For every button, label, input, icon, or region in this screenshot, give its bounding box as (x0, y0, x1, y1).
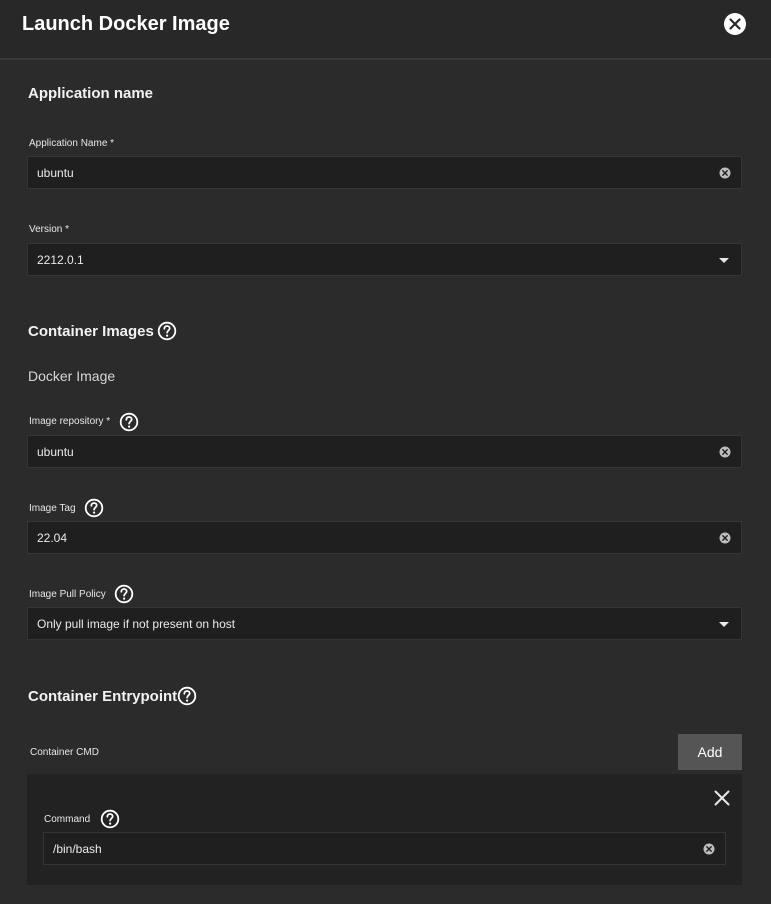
help-icon[interactable] (119, 412, 139, 432)
image-repository-label: Image repository * (29, 416, 111, 427)
application-name-value: ubuntu (37, 166, 74, 180)
clear-icon[interactable] (719, 446, 731, 458)
dialog-title: Launch Docker Image (22, 13, 230, 35)
help-icon[interactable] (100, 809, 120, 829)
image-tag-input[interactable]: 22.04 (27, 521, 742, 554)
clear-icon[interactable] (703, 843, 715, 855)
add-button[interactable]: Add (678, 734, 742, 770)
version-select[interactable]: 2212.0.1 (27, 243, 742, 276)
command-item-panel: Command /bin/bash (27, 774, 742, 885)
application-name-label: Application Name * (29, 138, 115, 149)
image-repository-value: ubuntu (37, 445, 74, 459)
container-cmd-label: Container CMD (30, 747, 99, 758)
image-pull-policy-label: Image Pull Policy (29, 589, 106, 600)
dialog-header: Launch Docker Image (0, 0, 771, 60)
section-title-container-images: Container Images (28, 323, 154, 340)
help-icon[interactable] (84, 498, 104, 518)
close-icon[interactable] (724, 13, 746, 35)
application-name-input[interactable]: ubuntu (27, 156, 742, 189)
version-label: Version * (29, 224, 70, 235)
image-tag-value: 22.04 (37, 531, 68, 545)
caret-down-icon[interactable] (719, 258, 729, 263)
help-icon[interactable] (177, 686, 197, 706)
image-repository-input[interactable]: ubuntu (27, 435, 742, 468)
docker-image-subheading: Docker Image (28, 368, 116, 384)
clear-icon[interactable] (719, 532, 731, 544)
close-icon[interactable] (714, 790, 730, 806)
caret-down-icon[interactable] (719, 622, 729, 627)
help-icon[interactable] (114, 584, 134, 604)
image-tag-label: Image Tag (29, 503, 76, 514)
clear-icon[interactable] (719, 167, 731, 179)
section-title-container-entrypoint: Container Entrypoint (28, 688, 178, 705)
image-pull-policy-select[interactable]: Only pull image if not present on host (27, 607, 742, 640)
help-icon[interactable] (157, 321, 177, 341)
command-input[interactable]: /bin/bash (43, 832, 726, 865)
command-label: Command (44, 814, 91, 825)
version-value: 2212.0.1 (37, 253, 84, 267)
image-pull-policy-value: Only pull image if not present on host (37, 617, 236, 631)
section-title-application: Application name (28, 85, 154, 102)
command-value: /bin/bash (53, 842, 102, 856)
